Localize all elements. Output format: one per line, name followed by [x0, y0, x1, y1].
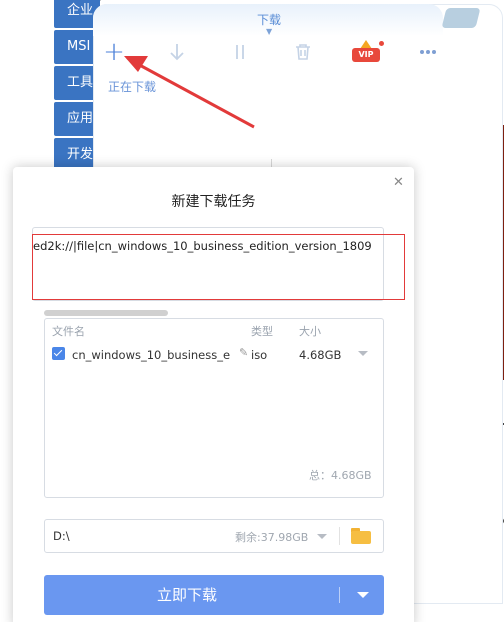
free-space-label: 剩余:37.98GB	[235, 531, 309, 544]
annotation-highlight-box	[32, 234, 405, 300]
file-type: iso	[251, 348, 268, 362]
caret-down-icon[interactable]	[317, 534, 327, 539]
folder-icon[interactable]	[351, 528, 371, 544]
file-size: 4.68GB	[299, 348, 342, 362]
caret-down-icon[interactable]	[357, 592, 369, 598]
tab-downloading[interactable]: 正在下载	[108, 78, 156, 95]
save-path-value: D:\	[53, 529, 70, 543]
arrow-down-icon[interactable]	[165, 40, 189, 64]
more-horizontal-icon[interactable]	[416, 40, 440, 64]
column-header-size: 大小	[299, 325, 321, 338]
divider	[339, 527, 340, 545]
vip-button[interactable]: VIP	[352, 40, 384, 64]
edit-pencil-icon[interactable]: ✎	[239, 346, 248, 359]
column-header-filename: 文件名	[52, 325, 85, 338]
total-size: 总：4.68GB	[309, 469, 372, 482]
chevron-down-icon[interactable]: ▼	[266, 27, 272, 36]
dialog-title: 新建下载任务	[171, 194, 256, 210]
download-now-label: 立即下载	[156, 586, 217, 604]
horizontal-scrollbar[interactable]	[44, 310, 168, 316]
vip-badge: VIP	[352, 48, 380, 62]
panel-title[interactable]: 下载	[257, 11, 281, 28]
file-name: cn_windows_10_business_e	[72, 348, 231, 362]
save-path-select[interactable]	[44, 519, 384, 553]
new-download-dialog: 新建下载任务 ✕ ed2k://|file|cn_windows_10_busi…	[13, 167, 414, 622]
divider	[339, 587, 340, 603]
pause-icon[interactable]	[228, 40, 252, 64]
file-checkbox[interactable]	[52, 347, 65, 360]
plus-icon[interactable]: +	[102, 39, 126, 65]
close-icon[interactable]: ✕	[393, 175, 404, 190]
caret-down-icon[interactable]	[358, 351, 368, 356]
notification-dot	[379, 41, 384, 46]
trash-icon[interactable]	[291, 40, 315, 64]
column-header-type: 类型	[251, 325, 273, 338]
window-tab[interactable]	[441, 8, 481, 28]
